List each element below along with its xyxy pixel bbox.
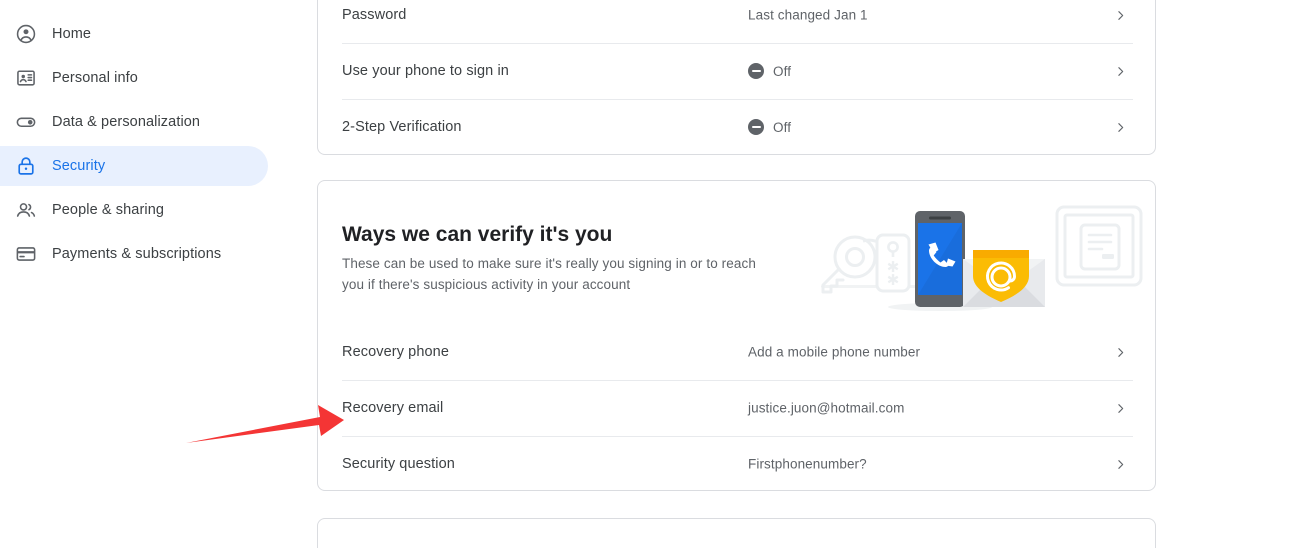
row-value: Off xyxy=(748,119,791,135)
chevron-right-icon[interactable] xyxy=(1113,401,1127,415)
row-value-text: Off xyxy=(773,63,792,79)
account-circle-icon xyxy=(14,22,38,46)
chevron-right-icon[interactable] xyxy=(1113,120,1127,134)
chevron-right-icon[interactable] xyxy=(1113,345,1127,359)
google-account-security-page: Home Personal info Data & personalizatio… xyxy=(0,0,1302,548)
sidebar-item-label: Security xyxy=(52,158,106,174)
row-label: Password xyxy=(342,7,407,23)
row-value-text: Last changed Jan 1 xyxy=(748,7,868,23)
sidebar-item-personal-info[interactable]: Personal info xyxy=(0,58,268,98)
verification-illustration: ✱ ✱ xyxy=(815,197,1145,322)
table-row-security-question[interactable]: Security question Firstphonenumber? xyxy=(318,436,1157,492)
table-row-use-phone-to-sign-in[interactable]: Use your phone to sign in Off xyxy=(318,43,1157,99)
sidebar-item-label: Home xyxy=(52,26,92,42)
row-label: 2-Step Verification xyxy=(342,119,462,135)
row-label: Recovery email xyxy=(342,400,444,416)
people-icon xyxy=(14,198,38,222)
sidebar-item-people-sharing[interactable]: People & sharing xyxy=(0,190,268,230)
sidebar-navigation: Home Personal info Data & personalizatio… xyxy=(0,0,300,548)
status-off-icon xyxy=(748,63,764,79)
card-description: These can be used to make sure it's real… xyxy=(342,255,756,292)
row-label: Security question xyxy=(342,456,455,472)
toggle-switch-icon xyxy=(14,110,38,134)
chevron-right-icon[interactable] xyxy=(1113,457,1127,471)
chevron-right-icon[interactable] xyxy=(1113,64,1127,78)
row-value-text: justice.juon@hotmail.com xyxy=(748,400,905,416)
table-row-password[interactable]: Password Last changed Jan 1 xyxy=(318,0,1157,43)
sidebar-item-payments-subscriptions[interactable]: Payments & subscriptions xyxy=(0,234,268,274)
chevron-right-icon[interactable] xyxy=(1113,8,1127,22)
signing-in-card: Password Last changed Jan 1 Use your pho… xyxy=(317,0,1156,155)
sidebar-item-security[interactable]: Security xyxy=(0,146,268,186)
credit-card-icon xyxy=(14,242,38,266)
row-value-text: Off xyxy=(773,119,792,135)
sidebar-item-label: Data & personalization xyxy=(52,114,201,130)
table-row-recovery-email[interactable]: Recovery email justice.juon@hotmail.com xyxy=(318,380,1157,436)
sidebar-item-label: Personal info xyxy=(52,70,138,86)
id-card-icon xyxy=(14,66,38,90)
next-section-card xyxy=(317,518,1156,548)
card-title: Ways we can verify it's you xyxy=(342,223,613,247)
row-value: Off xyxy=(748,63,791,79)
table-row-recovery-phone[interactable]: Recovery phone Add a mobile phone number xyxy=(318,324,1157,380)
row-label: Use your phone to sign in xyxy=(342,63,509,79)
row-value: justice.juon@hotmail.com xyxy=(748,401,904,416)
row-value-text: Firstphonenumber? xyxy=(748,456,867,472)
row-value: Add a mobile phone number xyxy=(748,345,920,360)
row-value-text: Add a mobile phone number xyxy=(748,344,921,360)
lock-icon xyxy=(14,154,38,178)
svg-text:✱: ✱ xyxy=(887,272,900,289)
row-value: Firstphonenumber? xyxy=(748,457,867,472)
row-label: Recovery phone xyxy=(342,344,449,360)
sidebar-item-label: People & sharing xyxy=(52,202,165,218)
sidebar-item-home[interactable]: Home xyxy=(0,14,268,54)
sidebar-item-label: Payments & subscriptions xyxy=(52,246,222,262)
ways-we-can-verify-card: Ways we can verify it's you These can be… xyxy=(317,180,1156,491)
row-value: Last changed Jan 1 xyxy=(748,8,868,23)
sidebar-item-data-personalization[interactable]: Data & personalization xyxy=(0,102,268,142)
status-off-icon xyxy=(748,119,764,135)
table-row-2-step-verification[interactable]: 2-Step Verification Off xyxy=(318,99,1157,155)
